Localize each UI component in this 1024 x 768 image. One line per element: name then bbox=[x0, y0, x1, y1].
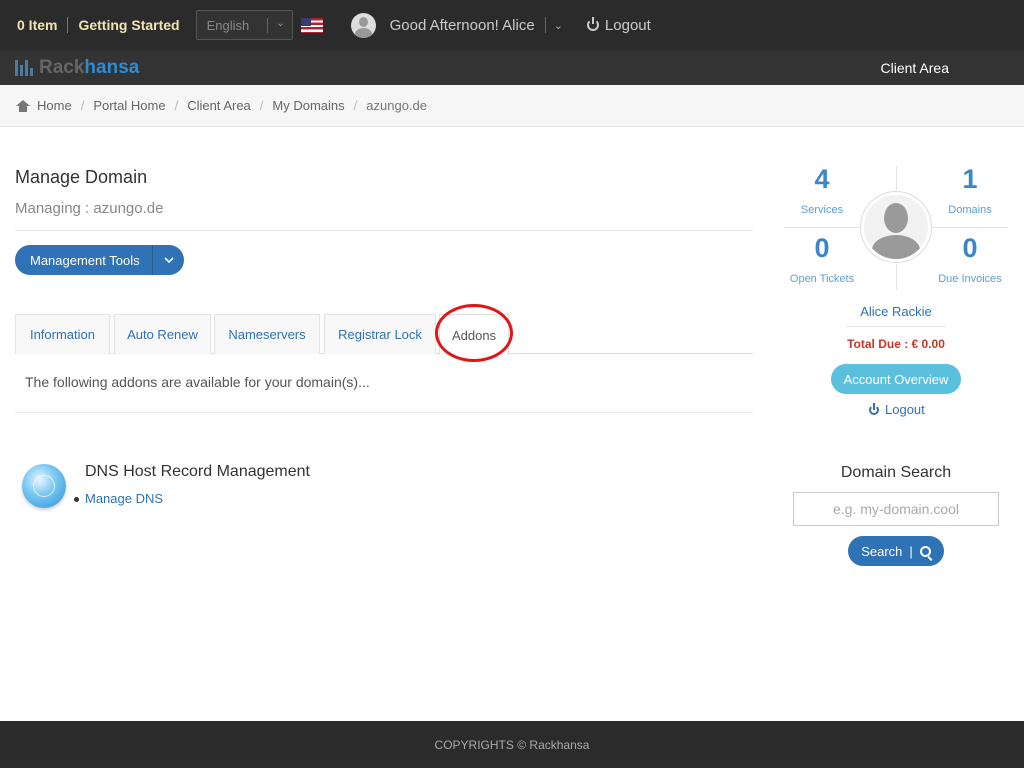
divider bbox=[784, 227, 860, 228]
stat-invoices-count[interactable]: 0 bbox=[930, 233, 1010, 264]
breadcrumb-current: azungo.de bbox=[366, 98, 428, 113]
tab-registrar-lock[interactable]: Registrar Lock bbox=[324, 314, 436, 354]
logo-text-part2: hansa bbox=[84, 56, 140, 78]
domain-search-title: Domain Search bbox=[840, 464, 952, 481]
tab-auto-renew[interactable]: Auto Renew bbox=[114, 314, 211, 354]
sidebar-logout-link[interactable]: Logout bbox=[869, 402, 925, 417]
stat-domains-label[interactable]: Domains bbox=[925, 204, 1015, 216]
account-overview-button[interactable]: Account Overview bbox=[831, 364, 961, 394]
domain-search-input[interactable] bbox=[793, 492, 999, 526]
copyright-text: COPYRIGHTS © Rackhansa bbox=[434, 737, 590, 752]
domain-tabs: Information Auto Renew Nameservers Regis… bbox=[15, 314, 753, 355]
chevron-down-icon[interactable] bbox=[162, 253, 176, 267]
divider bbox=[846, 326, 946, 327]
stat-domains-count[interactable]: 1 bbox=[930, 164, 1010, 195]
cart-link[interactable]: 0 Item bbox=[17, 17, 57, 33]
stat-tickets-count[interactable]: 0 bbox=[782, 233, 862, 264]
manage-dns-link[interactable]: Manage DNS bbox=[85, 491, 163, 506]
divider bbox=[266, 18, 268, 33]
dns-globe-icon bbox=[22, 464, 66, 508]
us-flag-icon[interactable] bbox=[300, 17, 323, 33]
divider bbox=[152, 245, 153, 275]
breadcrumb-separator: / bbox=[353, 98, 358, 113]
breadcrumb-portal-home[interactable]: Portal Home bbox=[93, 98, 165, 113]
domain-search-button[interactable]: Search | bbox=[848, 536, 944, 566]
logo[interactable]: Rack hansa bbox=[15, 57, 139, 79]
divider bbox=[15, 412, 753, 413]
addon-title: DNS Host Record Management bbox=[85, 463, 310, 480]
top-bar: 0 Item Getting Started English ⌄ Good Af… bbox=[0, 0, 1024, 50]
search-icon bbox=[919, 545, 931, 557]
power-icon bbox=[586, 17, 599, 31]
sidebar-logout-label: Logout bbox=[885, 402, 925, 417]
divider bbox=[15, 230, 753, 231]
chevron-down-icon[interactable]: ⌄ bbox=[554, 19, 563, 32]
logo-icon bbox=[15, 59, 33, 76]
search-button-label: Search bbox=[861, 543, 903, 559]
breadcrumb-my-domains[interactable]: My Domains bbox=[272, 98, 344, 113]
breadcrumb-client-area[interactable]: Client Area bbox=[187, 98, 251, 113]
home-icon bbox=[16, 99, 30, 112]
breadcrumb-home[interactable]: Home bbox=[37, 98, 72, 113]
breadcrumb-separator: / bbox=[174, 98, 179, 113]
footer: COPYRIGHTS © Rackhansa bbox=[0, 721, 1024, 768]
stat-invoices-label[interactable]: Due Invoices bbox=[925, 273, 1015, 285]
power-icon bbox=[869, 402, 879, 415]
language-select[interactable]: English ⌄ bbox=[195, 10, 293, 40]
stat-services-label[interactable]: Services bbox=[777, 204, 867, 216]
tab-content-text: The following addons are available for y… bbox=[25, 374, 370, 390]
logout-label: Logout bbox=[604, 16, 651, 34]
page-title: Manage Domain bbox=[15, 167, 148, 187]
avatar[interactable] bbox=[350, 12, 376, 38]
page-subtitle: Managing : azungo.de bbox=[15, 200, 164, 217]
brand-bar: Rack hansa Client Area bbox=[0, 50, 1024, 85]
tab-information[interactable]: Information bbox=[15, 314, 110, 354]
management-tools-label: Management Tools bbox=[30, 252, 140, 268]
divider bbox=[67, 17, 69, 33]
breadcrumb-separator: / bbox=[80, 98, 85, 113]
stat-tickets-label[interactable]: Open Tickets bbox=[777, 273, 867, 285]
logo-text-part1: Rack bbox=[39, 56, 85, 78]
breadcrumb: Home / Portal Home / Client Area / My Do… bbox=[0, 85, 1024, 127]
total-due: Total Due : € 0.00 bbox=[847, 337, 945, 351]
divider bbox=[544, 17, 546, 33]
user-avatar bbox=[860, 191, 932, 263]
divider bbox=[896, 264, 897, 290]
nav-client-area[interactable]: Client Area bbox=[881, 60, 949, 76]
chevron-down-icon: ⌄ bbox=[276, 18, 285, 29]
user-name-link[interactable]: Alice Rackie bbox=[846, 304, 946, 319]
logout-link[interactable]: Logout bbox=[586, 16, 651, 34]
stat-services-count[interactable]: 4 bbox=[782, 164, 862, 195]
search-button-separator: | bbox=[909, 543, 913, 559]
user-greeting[interactable]: Good Afternoon! Alice bbox=[390, 17, 535, 34]
tab-nameservers[interactable]: Nameservers bbox=[214, 314, 320, 354]
breadcrumb-separator: / bbox=[259, 98, 264, 113]
list-bullet bbox=[74, 497, 79, 502]
management-tools-button[interactable]: Management Tools bbox=[15, 245, 184, 275]
language-select-value: English bbox=[206, 17, 250, 33]
highlight-circle bbox=[435, 304, 513, 362]
getting-started-link[interactable]: Getting Started bbox=[78, 17, 179, 33]
divider bbox=[896, 166, 897, 190]
divider bbox=[932, 227, 1008, 228]
